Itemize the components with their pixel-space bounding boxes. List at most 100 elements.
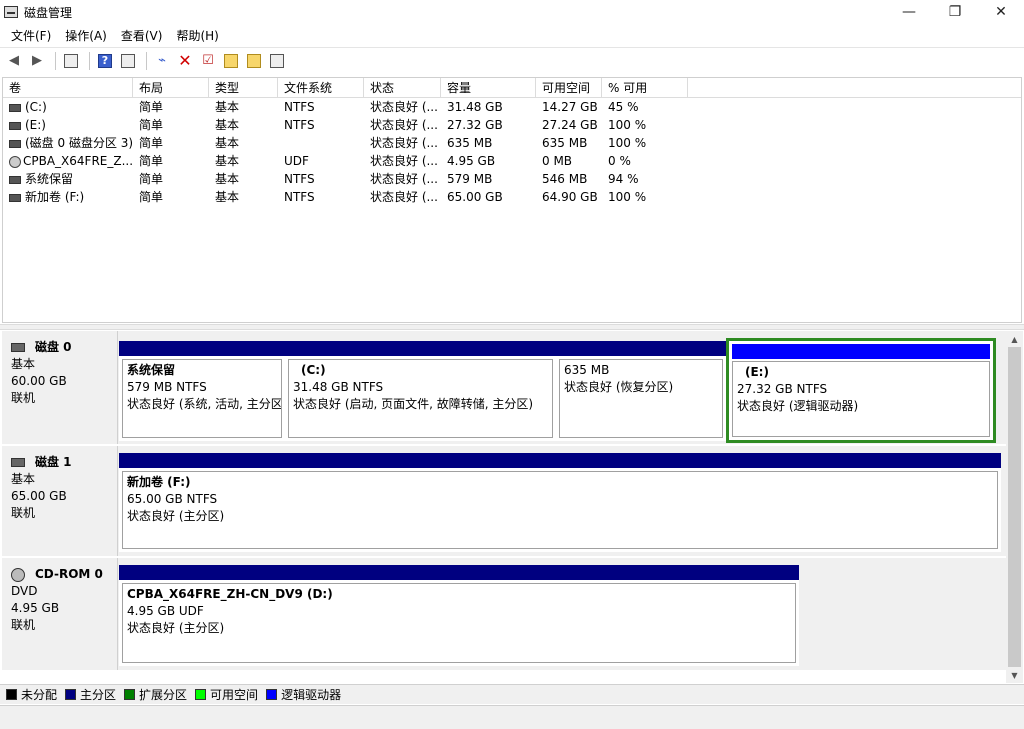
explore-icon[interactable] — [244, 51, 264, 71]
show-hide-console-tree-icon[interactable] — [61, 51, 81, 71]
partition-body: 新加卷 (F:) 65.00 GB NTFS 状态良好 (主分区) — [122, 471, 998, 549]
disk-label[interactable]: CD-ROM 0 DVD 4.95 GB 联机 — [2, 558, 118, 670]
disk-icon — [11, 343, 25, 352]
partition-block[interactable]: 635 MB 状态良好 (恢复分区) — [556, 341, 726, 441]
volume-fs — [278, 134, 364, 152]
volume-type: 基本 — [215, 172, 240, 186]
close-button[interactable]: ✕ — [978, 0, 1024, 24]
legend-label: 逻辑驱动器 — [281, 688, 342, 702]
toolbar-separator — [55, 51, 56, 70]
volume-list-header: 卷 布局 类型 文件系统 状态 容量 可用空间 % 可用 — [3, 78, 1021, 98]
open-folder-icon[interactable] — [221, 51, 241, 71]
partition-block-selected[interactable]: (E:) 27.32 GB NTFS 状态良好 (逻辑驱动器) — [726, 338, 996, 443]
menu-action[interactable]: 操作(A) — [58, 27, 114, 44]
partition-size: 4.95 GB UDF — [127, 604, 204, 618]
table-row[interactable]: 新加卷 (F:) 简单 基本 NTFS 状态良好 (... 65.00 GB 6… — [3, 188, 1021, 206]
volume-layout: 简单 — [139, 154, 164, 168]
partition-size: 31.48 GB NTFS — [293, 380, 384, 394]
volume-free: 64.90 GB — [542, 190, 598, 204]
scroll-thumb[interactable] — [1008, 347, 1021, 667]
table-row[interactable]: (C:) 简单 基本 NTFS 状态良好 (... 31.48 GB 14.27… — [3, 98, 1021, 116]
volume-capacity: 65.00 GB — [447, 190, 503, 204]
menu-file[interactable]: 文件(F) — [4, 27, 58, 44]
volume-type: 基本 — [215, 190, 240, 204]
connect-drive-icon[interactable]: ⌁ — [152, 51, 172, 71]
column-filesystem[interactable]: 文件系统 — [278, 78, 364, 97]
table-row[interactable]: 系统保留 简单 基本 NTFS 状态良好 (... 579 MB 546 MB … — [3, 170, 1021, 188]
volume-fs: NTFS — [284, 190, 315, 204]
volume-layout: 简单 — [139, 100, 164, 114]
partition-block[interactable]: 系统保留 579 MB NTFS 状态良好 (系统, 活动, 主分区) — [119, 341, 285, 441]
volume-capacity: 635 MB — [447, 136, 493, 150]
volume-pct: 0 % — [608, 154, 631, 168]
help-icon[interactable]: ? — [95, 51, 115, 71]
table-row[interactable]: (E:) 简单 基本 NTFS 状态良好 (... 27.32 GB 27.24… — [3, 116, 1021, 134]
volume-name: CPBA_X64FRE_Z... — [23, 154, 133, 168]
disk-icon — [11, 458, 25, 467]
legend-item: 逻辑驱动器 — [266, 686, 341, 703]
column-capacity[interactable]: 容量 — [441, 78, 536, 97]
vertical-scrollbar[interactable]: ▲ ▼ — [1006, 331, 1023, 683]
pane-splitter[interactable] — [0, 324, 1024, 330]
volume-layout: 简单 — [139, 118, 164, 132]
volume-icon — [9, 175, 21, 184]
column-volume[interactable]: 卷 — [3, 78, 133, 97]
volume-name: (磁盘 0 磁盘分区 3) — [25, 136, 133, 150]
disk-state: 联机 — [11, 506, 36, 520]
volume-fs: NTFS — [284, 118, 315, 132]
column-type[interactable]: 类型 — [209, 78, 278, 97]
status-bar — [0, 705, 1024, 729]
column-free-space[interactable]: 可用空间 — [536, 78, 602, 97]
partition-size: 65.00 GB NTFS — [127, 492, 218, 506]
scroll-up-icon[interactable]: ▲ — [1006, 331, 1023, 347]
disk-kind: 基本 — [11, 472, 36, 486]
volume-status: 状态良好 (... — [370, 190, 438, 204]
properties-icon[interactable] — [118, 51, 138, 71]
disk-size: 60.00 GB — [11, 374, 67, 388]
forward-arrow-icon[interactable]: ▶ — [27, 51, 47, 71]
disk-kind: 基本 — [11, 357, 36, 371]
volume-icon — [9, 139, 21, 148]
partition-body: (E:) 27.32 GB NTFS 状态良好 (逻辑驱动器) — [732, 361, 990, 437]
partition-block[interactable]: CPBA_X64FRE_ZH-CN_DV9 (D:) 4.95 GB UDF 状… — [119, 565, 799, 666]
legend-item: 主分区 — [65, 686, 116, 703]
column-layout[interactable]: 布局 — [133, 78, 209, 97]
disk-name: CD-ROM 0 — [35, 567, 103, 581]
volume-free: 14.27 GB — [542, 100, 598, 114]
check-icon[interactable]: ☑ — [198, 51, 218, 71]
menu-view[interactable]: 查看(V) — [114, 27, 170, 44]
list-view-icon[interactable] — [267, 51, 287, 71]
column-status[interactable]: 状态 — [364, 78, 441, 97]
maximize-button[interactable]: ❐ — [932, 0, 978, 24]
volume-pct: 45 % — [608, 100, 639, 114]
volume-status: 状态良好 (... — [370, 136, 438, 150]
legend-label: 主分区 — [80, 688, 117, 702]
partition-status: 状态良好 (逻辑驱动器) — [737, 399, 859, 413]
volume-capacity: 27.32 GB — [447, 118, 503, 132]
volume-status: 状态良好 (... — [370, 172, 438, 186]
disk-kind: DVD — [11, 584, 38, 598]
volume-type: 基本 — [215, 100, 240, 114]
partition-status: 状态良好 (主分区) — [127, 509, 225, 523]
partition-block[interactable]: (C:) 31.48 GB NTFS 状态良好 (启动, 页面文件, 故障转储,… — [285, 341, 556, 441]
legend-label: 扩展分区 — [139, 688, 188, 702]
partition-bar — [556, 341, 726, 356]
table-row[interactable]: (磁盘 0 磁盘分区 3) 简单 基本 状态良好 (... 635 MB 635… — [3, 134, 1021, 152]
disk-row: 磁盘 0 基本 60.00 GB 联机 系统保留 579 MB NTFS 状态良… — [2, 331, 1006, 444]
volume-status: 状态良好 (... — [370, 100, 438, 114]
disk-label[interactable]: 磁盘 0 基本 60.00 GB 联机 — [2, 331, 118, 444]
partition-size: 635 MB — [564, 363, 610, 377]
table-row[interactable]: CPBA_X64FRE_Z... 简单 基本 UDF 状态良好 (... 4.9… — [3, 152, 1021, 170]
back-arrow-icon[interactable]: ◀ — [4, 51, 24, 71]
column-percent-free[interactable]: % 可用 — [602, 78, 688, 97]
volume-name: (E:) — [25, 118, 46, 132]
delete-icon[interactable]: ✕ — [175, 51, 195, 71]
volume-name: 系统保留 — [25, 172, 74, 186]
partition-block[interactable]: 新加卷 (F:) 65.00 GB NTFS 状态良好 (主分区) — [119, 453, 1001, 552]
minimize-button[interactable]: — — [886, 0, 932, 24]
legend-swatch — [65, 689, 77, 700]
disk-label[interactable]: 磁盘 1 基本 65.00 GB 联机 — [2, 446, 118, 556]
scroll-down-icon[interactable]: ▼ — [1006, 667, 1023, 683]
partition-bar — [285, 341, 556, 356]
menu-help[interactable]: 帮助(H) — [169, 27, 225, 44]
